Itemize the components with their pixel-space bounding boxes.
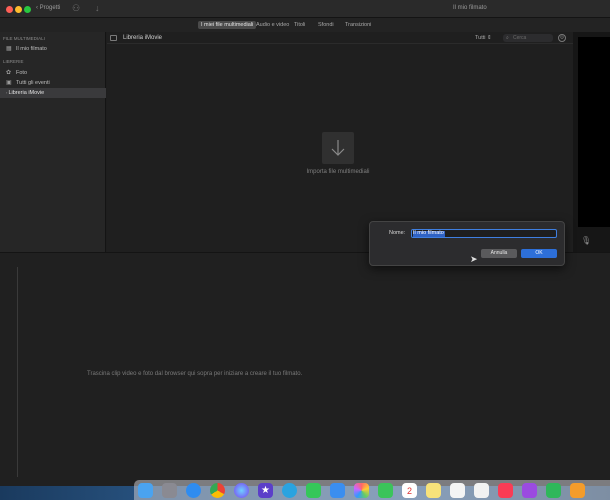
photos-icon[interactable] <box>354 483 369 498</box>
enhance-wand-icon[interactable]: ⚇ <box>72 3 80 14</box>
libraries-section-header: LIBRERIE <box>3 59 24 64</box>
filter-dropdown[interactable]: Tutti ⇕ <box>475 35 492 41</box>
media-section-header: FILE MULTIMEDIALI <box>3 36 45 41</box>
timeline-area[interactable]: Trascina clip video e foto dal browser q… <box>0 252 610 486</box>
viewer-screen <box>578 37 610 227</box>
numbers-icon[interactable] <box>546 483 561 498</box>
tab-backgrounds[interactable]: Sfondi <box>315 21 337 29</box>
podcasts-icon[interactable] <box>522 483 537 498</box>
name-label: Nome: <box>389 230 406 236</box>
events-icon: ▣ <box>6 80 12 86</box>
window-title: Il mio filmato <box>453 5 487 11</box>
pages-icon[interactable] <box>570 483 585 498</box>
timeline-track-line <box>17 267 18 477</box>
imovie-window: ‹ Progetti ⚇ ↓ Il mio filmato I miei fil… <box>0 0 610 486</box>
tab-titles[interactable]: Titoli <box>291 21 308 29</box>
browser-header: Libreria iMovie Tutti ⇕ ⌕ Cerca ⚙ <box>107 32 573 44</box>
search-icon: ⌕ <box>506 35 509 41</box>
import-media-button[interactable] <box>322 132 354 164</box>
dock: ★ 2 <box>134 480 610 500</box>
sidebar-toggle-icon[interactable] <box>110 35 117 41</box>
mail-icon[interactable] <box>330 483 345 498</box>
import-down-arrow-icon[interactable]: ↓ <box>95 3 100 13</box>
tab-my-media[interactable]: I miei file multimediali <box>198 21 257 29</box>
import-media-label: Importa file multimediali <box>306 169 370 175</box>
sidebar-item-imovie-library[interactable]: › Libreria iMovie <box>0 88 106 98</box>
photos-icon: ✿ <box>6 70 12 76</box>
minimize-window-button[interactable] <box>15 6 22 13</box>
facetime-icon[interactable] <box>378 483 393 498</box>
music-icon[interactable] <box>498 483 513 498</box>
rename-project-dialog: Nome: Il mio filmato Annulla OK <box>369 221 565 266</box>
siri-icon[interactable] <box>234 483 249 498</box>
finder-icon[interactable] <box>138 483 153 498</box>
viewer-panel: 🎙 <box>573 32 610 252</box>
sidebar-item-photos[interactable]: ✿ Foto <box>0 68 106 78</box>
libraries-sidebar: FILE MULTIMEDIALI ▦ Il mio filmato LIBRE… <box>0 32 106 252</box>
library-title: Libreria iMovie <box>123 35 163 41</box>
import-arrow-icon <box>331 140 345 156</box>
microphone-icon[interactable]: 🎙 <box>581 236 591 245</box>
cancel-button[interactable]: Annulla <box>481 249 517 258</box>
media-browser: Libreria iMovie Tutti ⇕ ⌕ Cerca ⚙ Import… <box>107 32 573 252</box>
notes-icon[interactable] <box>426 483 441 498</box>
tab-audio-video[interactable]: Audio e video <box>253 21 292 29</box>
sidebar-item-label: Il mio filmato <box>16 46 47 52</box>
messages-icon[interactable] <box>306 483 321 498</box>
timeline-empty-hint: Trascina clip video e foto dal browser q… <box>87 371 303 377</box>
sidebar-item-project[interactable]: ▦ Il mio filmato <box>0 44 106 54</box>
project-name-value: Il mio filmato <box>413 230 444 236</box>
film-icon: ▦ <box>6 46 12 52</box>
calendar-icon[interactable]: 2 <box>402 483 417 498</box>
telegram-icon[interactable] <box>282 483 297 498</box>
mouse-pointer-icon: ➤ <box>470 254 478 264</box>
sidebar-item-label: Tutti gli eventi <box>16 80 50 86</box>
zoom-window-button[interactable] <box>24 6 31 13</box>
title-bar: ‹ Progetti ⚇ ↓ Il mio filmato <box>0 0 610 18</box>
notes-list-icon[interactable] <box>474 483 489 498</box>
launchpad-icon[interactable] <box>162 483 177 498</box>
imovie-icon[interactable]: ★ <box>258 483 273 498</box>
safari-icon[interactable] <box>186 483 201 498</box>
reminders-icon[interactable] <box>450 483 465 498</box>
projects-back-button[interactable]: ‹ Progetti <box>36 5 60 11</box>
ok-button[interactable]: OK <box>521 249 557 258</box>
sidebar-item-label: Libreria iMovie <box>8 90 45 96</box>
search-placeholder: Cerca <box>513 35 527 41</box>
close-window-button[interactable] <box>6 6 13 13</box>
sidebar-item-all-events[interactable]: ▣ Tutti gli eventi <box>0 78 106 88</box>
chrome-icon[interactable] <box>210 483 225 498</box>
sidebar-item-label: Foto <box>16 70 28 76</box>
settings-icon[interactable]: ⚙ <box>558 34 566 42</box>
search-field[interactable]: ⌕ Cerca <box>503 34 553 42</box>
tab-transitions[interactable]: Transizioni <box>342 21 374 29</box>
content-tab-bar: I miei file multimediali Audio e video T… <box>0 18 610 32</box>
